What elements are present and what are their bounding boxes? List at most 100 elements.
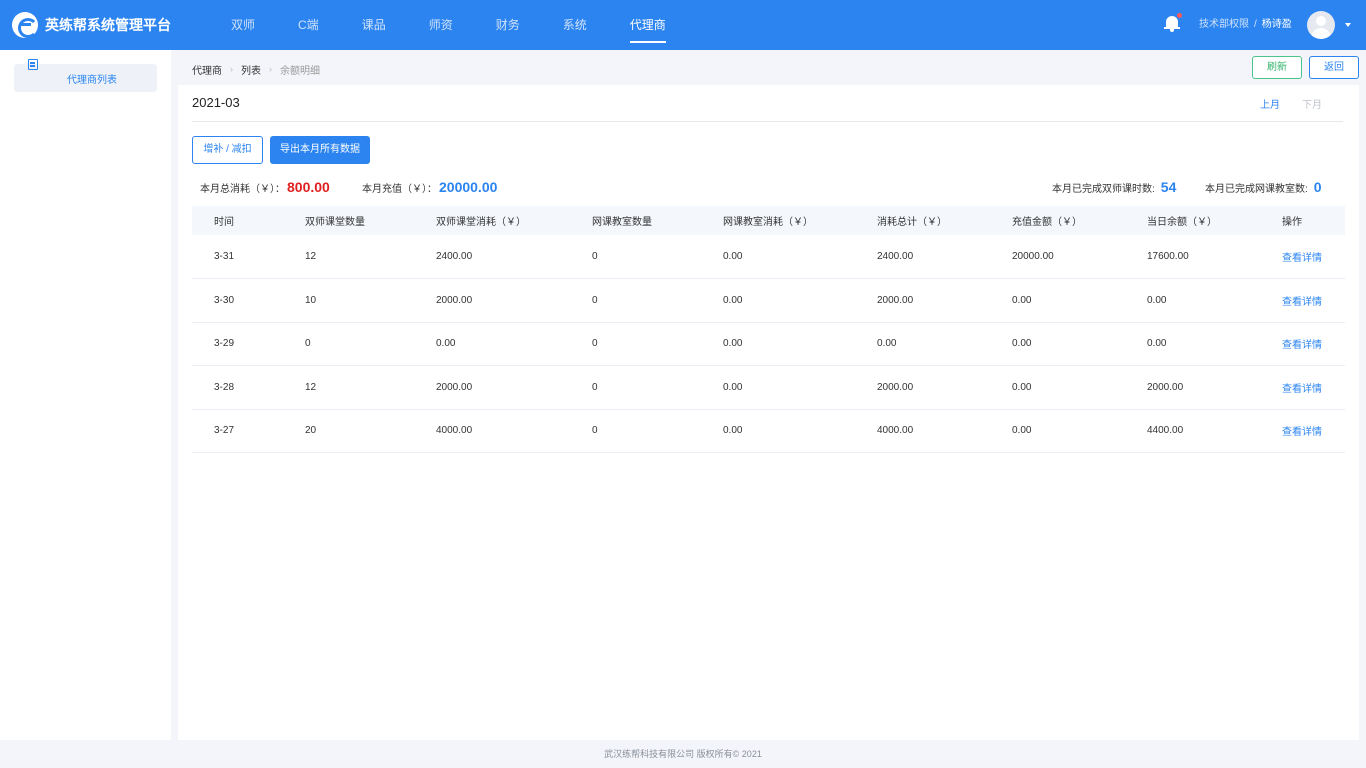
cell-balance: 0.00 [1147, 278, 1282, 323]
stat-label: 本月已完成网课教室数: [1205, 183, 1308, 195]
permission-label: 技术部权限 [1199, 19, 1249, 30]
column-header: 操作 [1282, 206, 1345, 235]
top-navbar: 英练帮系统管理平台 双师 C端 课品 师资 财务 系统 代理商 技术部权限 / … [0, 0, 1366, 50]
cell-dual-count: 12 [305, 235, 436, 279]
cell-total-consume: 0.00 [877, 322, 1012, 366]
view-detail-link[interactable]: 查看详情 [1282, 235, 1345, 279]
cell-date: 3-28 [192, 365, 305, 410]
cell-total-consume: 2000.00 [877, 365, 1012, 410]
next-month-link[interactable]: 下月 [1302, 96, 1322, 111]
cell-dual-consume: 4000.00 [436, 409, 592, 453]
column-header: 消耗总计（￥） [877, 206, 1012, 235]
export-month-button[interactable]: 导出本月所有数据 [270, 136, 370, 164]
column-header: 当日余额（￥） [1147, 206, 1282, 235]
list-doc-icon [28, 59, 38, 70]
cell-recharge: 0.00 [1012, 278, 1147, 323]
stat-dual-hours: 本月已完成双师课时数: 54 [1052, 178, 1176, 196]
stat-value: 54 [1160, 179, 1177, 195]
stat-value: 800.00 [287, 179, 330, 195]
breadcrumb-list[interactable]: 列表 [241, 62, 261, 77]
nav-tab-courses[interactable]: 课品 [351, 0, 397, 50]
stat-label: 本月已完成双师课时数: [1052, 183, 1155, 195]
cell-balance: 17600.00 [1147, 235, 1282, 279]
cell-date: 3-31 [192, 235, 305, 279]
nav-tab-teachers[interactable]: 师资 [418, 0, 464, 50]
table-row: 3-27 20 4000.00 0 0.00 4000.00 0.00 4400… [192, 409, 1345, 453]
nav-tab-finance[interactable]: 财务 [485, 0, 531, 50]
cell-dual-count: 12 [305, 365, 436, 410]
view-detail-link[interactable]: 查看详情 [1282, 409, 1345, 453]
stat-recharge: 本月充值（￥）： 20000.00 [362, 178, 497, 196]
view-detail-link[interactable]: 查看详情 [1282, 365, 1345, 410]
prev-month-link[interactable]: 上月 [1260, 96, 1280, 111]
cell-date: 3-30 [192, 278, 305, 323]
nav-tab-agents[interactable]: 代理商 [619, 0, 677, 50]
view-detail-link[interactable]: 查看详情 [1282, 278, 1345, 323]
cell-dual-count: 10 [305, 278, 436, 323]
username[interactable]: 杨诗盈 [1262, 0, 1292, 50]
app-logo[interactable]: 英练帮系统管理平台 [12, 12, 171, 38]
cell-dual-count: 0 [305, 322, 436, 366]
notification-dot [1177, 13, 1182, 18]
user-info: 技术部权限 / 杨诗盈 [1199, 0, 1292, 50]
cell-recharge: 0.00 [1012, 322, 1147, 366]
cell-balance: 0.00 [1147, 322, 1282, 366]
back-button[interactable]: 返回 [1309, 56, 1359, 79]
column-header: 双师课堂消耗（￥） [436, 206, 592, 235]
cell-date: 3-27 [192, 409, 305, 453]
cell-dual-consume: 2000.00 [436, 278, 592, 323]
stat-online-rooms: 本月已完成网课教室数: 0 [1205, 178, 1322, 196]
nav-tab-system[interactable]: 系统 [552, 0, 598, 50]
cell-dual-consume: 0.00 [436, 322, 592, 366]
cell-dual-count: 20 [305, 409, 436, 453]
cell-recharge: 0.00 [1012, 365, 1147, 410]
chevron-right-icon: › [230, 64, 233, 74]
sidebar: 代理商列表 [0, 50, 171, 740]
user-avatar[interactable] [1307, 11, 1335, 39]
cell-recharge: 0.00 [1012, 409, 1147, 453]
balance-detail-table: 时间 双师课堂数量 双师课堂消耗（￥） 网课教室数量 网课教室消耗（￥） 消耗总… [192, 206, 1345, 453]
cell-online-count: 0 [592, 235, 723, 279]
column-header: 双师课堂数量 [305, 206, 436, 235]
cell-balance: 4400.00 [1147, 409, 1282, 453]
stat-label: 本月总消耗（￥）： [200, 183, 285, 195]
column-header: 网课教室数量 [592, 206, 723, 235]
current-month: 2021-03 [192, 95, 240, 110]
column-header: 时间 [192, 206, 305, 235]
cell-recharge: 20000.00 [1012, 235, 1147, 279]
column-header: 充值金额（￥） [1012, 206, 1147, 235]
table-row: 3-30 10 2000.00 0 0.00 2000.00 0.00 0.00… [192, 278, 1345, 323]
cell-total-consume: 4000.00 [877, 409, 1012, 453]
cell-dual-consume: 2000.00 [436, 365, 592, 410]
cell-online-consume: 0.00 [723, 278, 877, 323]
cell-total-consume: 2000.00 [877, 278, 1012, 323]
column-header: 网课教室消耗（￥） [723, 206, 877, 235]
cell-online-count: 0 [592, 278, 723, 323]
stat-value: 20000.00 [439, 179, 498, 195]
breadcrumb-agents[interactable]: 代理商 [192, 62, 222, 77]
month-divider [192, 121, 1343, 122]
breadcrumb: 代理商 › 列表 › 余额明细 [192, 62, 320, 77]
table-header-row: 时间 双师课堂数量 双师课堂消耗（￥） 网课教室数量 网课教室消耗（￥） 消耗总… [192, 206, 1345, 235]
footer-copyright: 武汉练帮科技有限公司 版权所有© 2021 [604, 749, 762, 759]
notification-bell-icon[interactable] [1164, 13, 1182, 33]
user-menu-chevron-down-icon[interactable] [1345, 23, 1351, 27]
stat-label: 本月充值（￥）： [362, 183, 437, 195]
breadcrumb-current: 余额明细 [280, 65, 320, 77]
nav-tab-c-end[interactable]: C端 [287, 0, 330, 50]
cell-online-consume: 0.00 [723, 322, 877, 366]
user-separator: / [1254, 19, 1257, 30]
cell-online-consume: 0.00 [723, 409, 877, 453]
adjust-balance-button[interactable]: 增补 / 减扣 [192, 136, 263, 164]
stat-value: 0 [1313, 179, 1322, 195]
cell-total-consume: 2400.00 [877, 235, 1012, 279]
cell-balance: 2000.00 [1147, 365, 1282, 410]
refresh-button[interactable]: 刷新 [1252, 56, 1302, 79]
table-row: 3-29 0 0.00 0 0.00 0.00 0.00 0.00 查看详情 [192, 322, 1345, 366]
stat-total-consume: 本月总消耗（￥）： 800.00 [200, 178, 330, 196]
logo-icon [12, 12, 38, 38]
view-detail-link[interactable]: 查看详情 [1282, 322, 1345, 366]
app-title: 英练帮系统管理平台 [45, 17, 171, 33]
nav-tab-dual-teacher[interactable]: 双师 [220, 0, 266, 50]
cell-online-count: 0 [592, 322, 723, 366]
